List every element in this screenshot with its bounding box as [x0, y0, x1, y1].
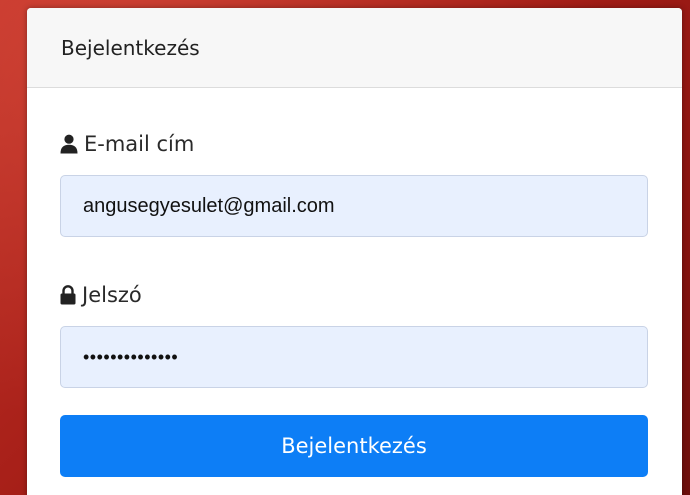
user-icon: [60, 134, 78, 154]
lock-icon: [60, 285, 76, 305]
login-card: Bejelentkezés E-mail cím angusegyesulet@…: [27, 8, 682, 495]
login-button[interactable]: Bejelentkezés: [60, 415, 648, 477]
card-header: Bejelentkezés: [27, 8, 682, 88]
password-label: Jelszó: [60, 281, 649, 309]
card-title: Bejelentkezés: [61, 35, 200, 60]
email-label-text: E-mail cím: [84, 132, 195, 156]
email-label: E-mail cím: [60, 130, 649, 158]
email-input[interactable]: angusegyesulet@gmail.com: [60, 175, 648, 237]
password-label-text: Jelszó: [82, 283, 142, 307]
password-input-value: ••••••••••••••: [83, 346, 179, 367]
login-form: E-mail cím angusegyesulet@gmail.com Jels…: [27, 130, 682, 477]
password-input[interactable]: ••••••••••••••: [60, 326, 648, 388]
email-input-value: angusegyesulet@gmail.com: [83, 194, 335, 217]
login-button-label: Bejelentkezés: [281, 434, 427, 458]
